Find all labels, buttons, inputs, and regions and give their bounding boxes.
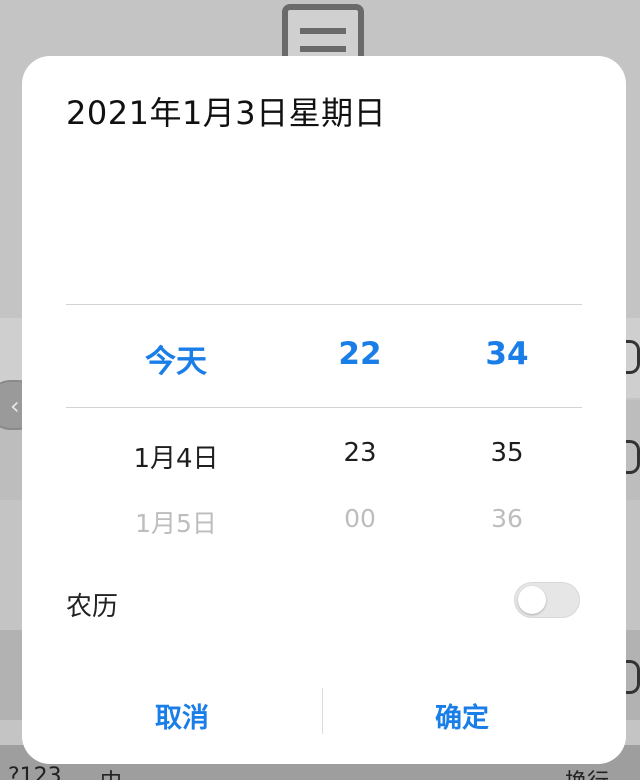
background-bracket (626, 660, 640, 694)
date-wheel-next[interactable]: 1月4日 (86, 438, 266, 475)
dialog-title: 2021年1月3日星期日 (66, 94, 387, 132)
minute-wheel-selected[interactable]: 34 (417, 336, 597, 372)
confirm-button[interactable]: 确定 (382, 696, 542, 735)
date-wheel-far[interactable]: 1月5日 (86, 504, 266, 540)
minute-wheel-far[interactable]: 36 (417, 504, 597, 533)
chevron-left-icon: ‹ (10, 392, 20, 420)
keyboard-key: 换行 (565, 764, 609, 780)
selection-divider-top (66, 304, 582, 305)
keyboard-key: 中 (100, 764, 122, 780)
datetime-picker-dialog: 2021年1月3日星期日 今天 1月4日 1月5日 22 23 00 34 35… (22, 56, 626, 764)
toggle-knob (518, 586, 546, 614)
background-bracket (626, 440, 640, 474)
lunar-calendar-label: 农历 (66, 592, 119, 622)
minute-wheel-next[interactable]: 35 (417, 438, 597, 468)
date-wheel-selected[interactable]: 今天 (86, 336, 266, 381)
cancel-button[interactable]: 取消 (102, 696, 262, 735)
lunar-calendar-toggle[interactable] (514, 582, 580, 618)
background-bracket (626, 340, 640, 374)
keyboard-key: ?123 (8, 764, 62, 780)
selection-divider-bottom (66, 407, 582, 408)
button-divider (322, 688, 323, 734)
